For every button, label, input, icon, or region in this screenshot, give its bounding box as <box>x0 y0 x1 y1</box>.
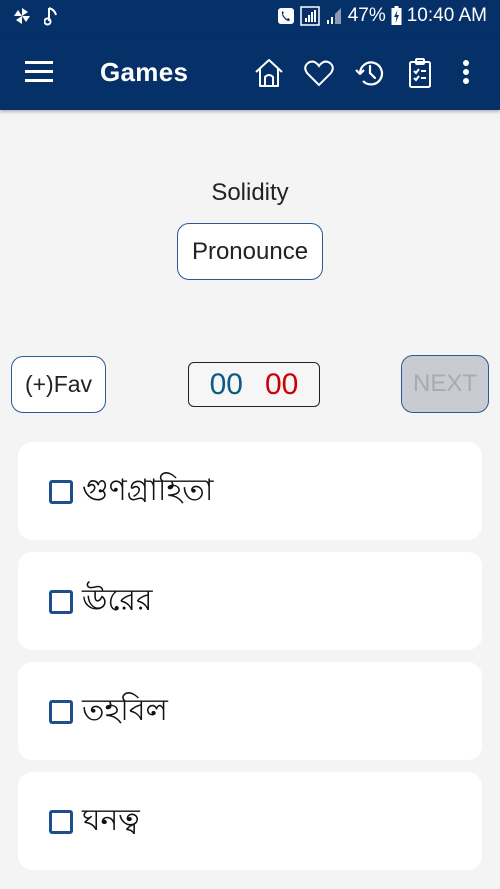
answer-option-label: ঘনত্ব <box>82 803 140 838</box>
status-bar: 47% 10:40 AM <box>0 0 500 35</box>
checkbox[interactable] <box>49 480 73 504</box>
checkbox[interactable] <box>49 590 73 614</box>
pronounce-button[interactable]: Pronounce <box>177 223 323 280</box>
clock: 10:40 AM <box>406 5 487 26</box>
answer-option[interactable]: গুণগ্রাহিতা <box>18 442 482 540</box>
more-options-icon[interactable] <box>454 57 478 89</box>
battery-text: 47% <box>347 5 386 26</box>
add-favorite-button[interactable]: (+)Fav <box>11 356 106 413</box>
answer-option-label: ঊরের <box>82 583 153 618</box>
answer-option-label: তহবিল <box>82 693 168 728</box>
quiz-clipboard-icon[interactable] <box>404 57 436 89</box>
music-note-icon <box>43 6 58 31</box>
favorite-heart-icon[interactable] <box>303 57 335 89</box>
checkbox[interactable] <box>49 810 73 834</box>
correct-count: 00 <box>209 367 243 401</box>
page-title: Games <box>100 57 189 87</box>
answer-option-label: গুণগ্রাহিতা <box>82 473 214 508</box>
hamburger-icon-line <box>25 79 53 82</box>
battery-charging-icon <box>391 6 402 26</box>
menu-button[interactable] <box>25 61 53 83</box>
hamburger-icon-line <box>25 61 53 64</box>
answer-option[interactable]: ঊরের <box>18 552 482 650</box>
call-icon <box>277 7 295 25</box>
checkbox[interactable] <box>49 700 73 724</box>
answer-option[interactable]: তহবিল <box>18 662 482 760</box>
app-bar: Games <box>0 35 500 110</box>
quiz-word: Solidity <box>211 179 289 206</box>
answer-option[interactable]: ঘনত্ব <box>18 772 482 870</box>
pinwheel-app-icon <box>12 6 32 31</box>
score-box: 00 00 <box>188 362 320 407</box>
next-button[interactable]: NEXT <box>401 355 489 413</box>
history-icon[interactable] <box>354 57 386 89</box>
signal-sim2-icon <box>325 7 343 25</box>
signal-sim1-icon <box>299 6 320 26</box>
hamburger-icon-line <box>25 70 53 73</box>
wrong-count: 00 <box>265 367 299 401</box>
home-icon[interactable] <box>253 57 285 89</box>
